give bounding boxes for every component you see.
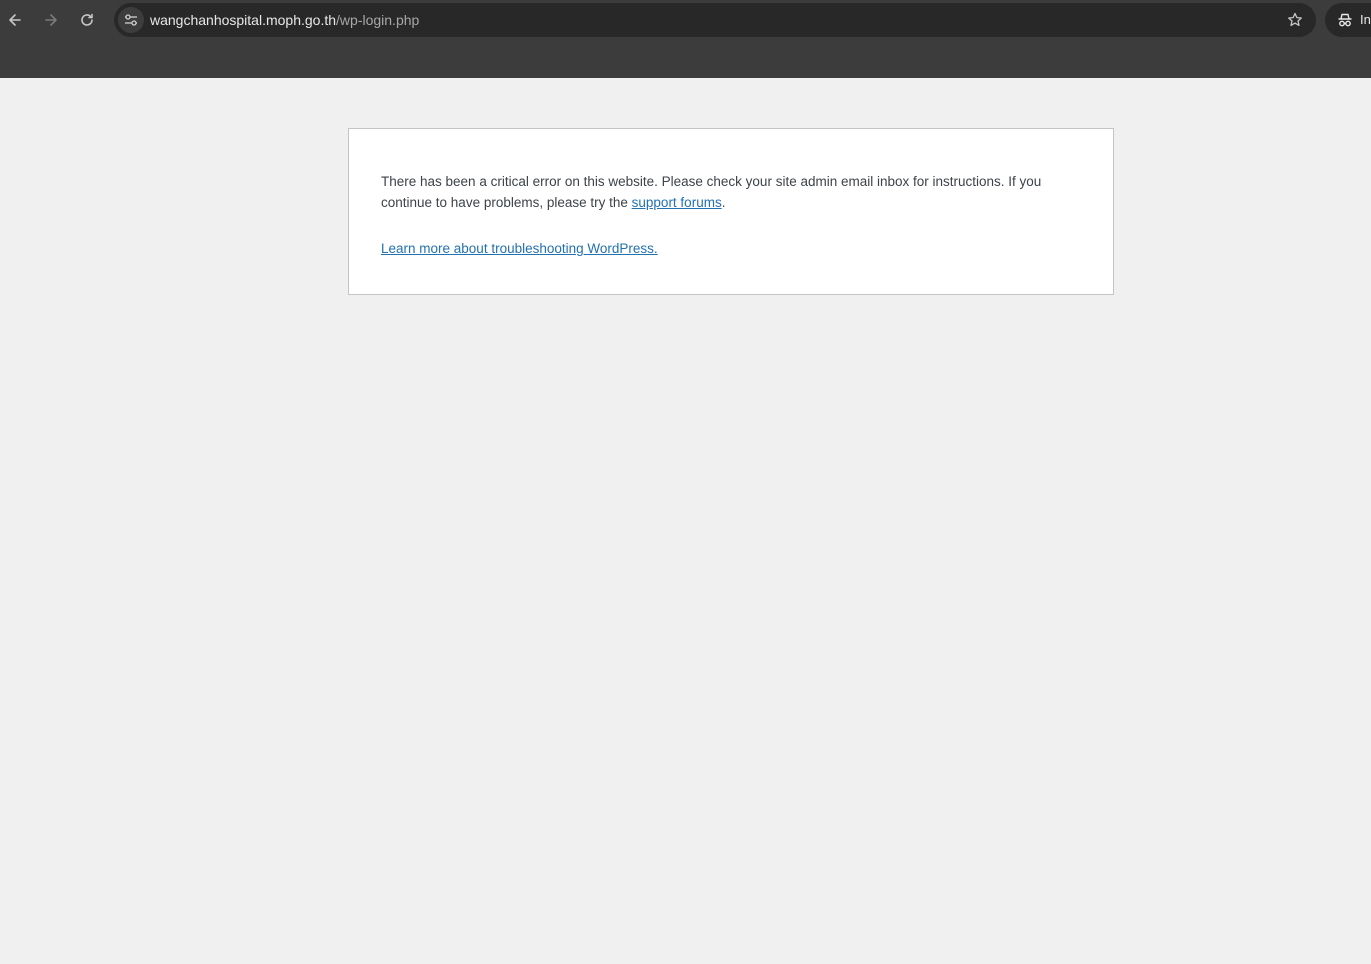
star-icon (1288, 12, 1302, 27)
reload-icon (81, 13, 93, 26)
url-path: /wp-login.php (336, 12, 420, 28)
site-info-button[interactable] (118, 7, 144, 33)
browser-toolbar: wangchanhospital.moph.go.th/wp-login.php… (0, 0, 1371, 40)
error-message-box: There has been a critical error on this … (348, 128, 1114, 295)
reload-button[interactable] (72, 5, 102, 35)
support-forums-link[interactable]: support forums (632, 195, 722, 210)
bookmark-button[interactable] (1284, 9, 1306, 31)
address-bar[interactable]: wangchanhospital.moph.go.th/wp-login.php (114, 3, 1316, 37)
bookmarks-bar (0, 40, 1371, 78)
url-text[interactable]: wangchanhospital.moph.go.th/wp-login.php (150, 12, 419, 28)
incognito-label: Incognito (1360, 12, 1371, 27)
learn-more-paragraph: Learn more about troubleshooting WordPre… (381, 238, 658, 259)
back-button[interactable] (0, 5, 30, 35)
tune-icon (125, 14, 137, 26)
error-message: There has been a critical error on this … (381, 171, 1081, 213)
incognito-icon (1338, 13, 1352, 27)
arrow-right-icon (45, 14, 57, 26)
error-message-period: . (721, 195, 726, 210)
forward-button[interactable] (36, 5, 66, 35)
learn-more-troubleshooting-link[interactable]: Learn more about troubleshooting WordPre… (381, 241, 658, 256)
incognito-profile-chip[interactable]: Incognito (1325, 3, 1371, 37)
arrow-left-icon (9, 14, 21, 26)
url-host: wangchanhospital.moph.go.th (150, 12, 337, 28)
